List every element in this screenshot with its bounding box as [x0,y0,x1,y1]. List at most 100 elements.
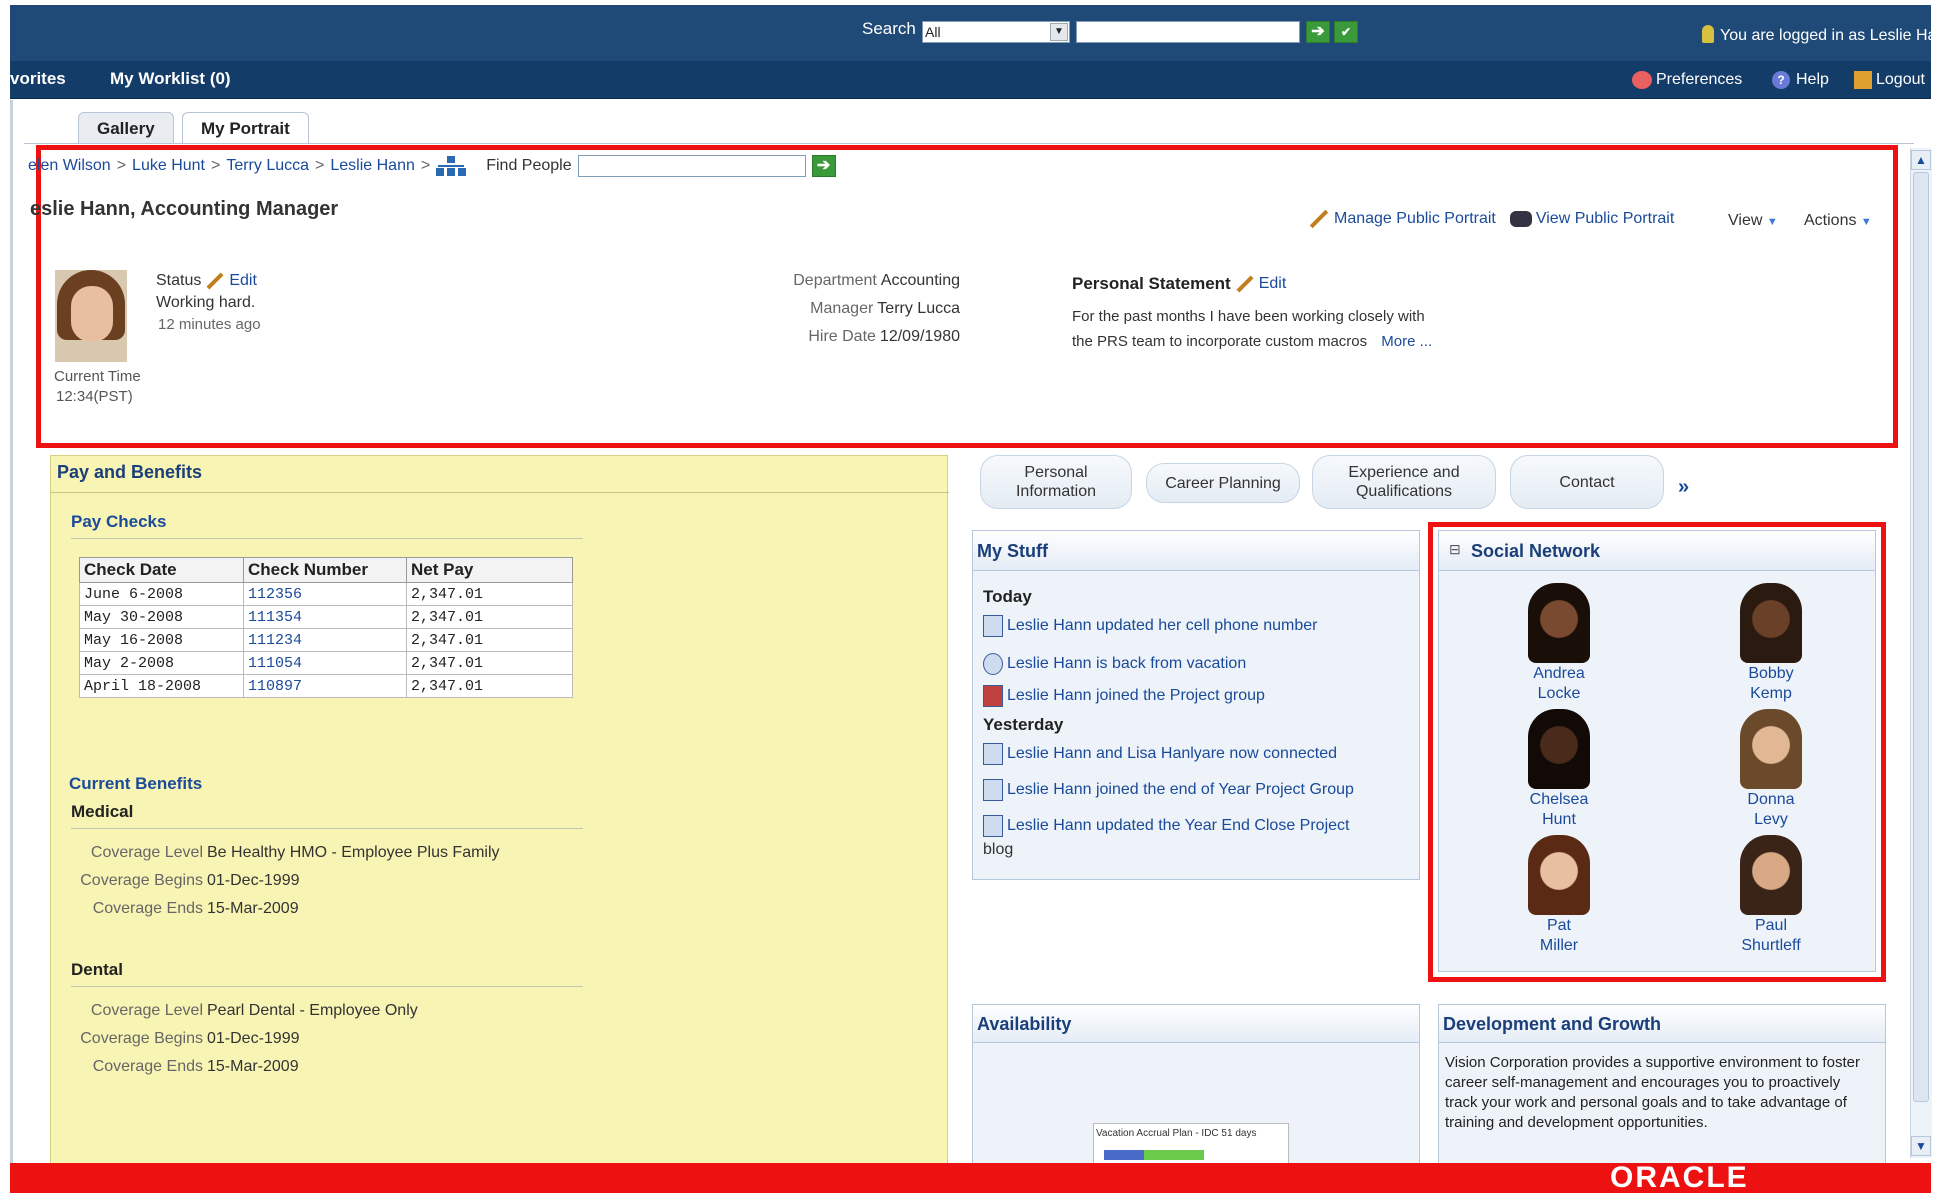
breadcrumb-item[interactable]: Leslie Hann [330,157,415,175]
availability-panel: Availability Vacation Accrual Plan - IDC… [972,1004,1420,1169]
check-number-link[interactable]: 111234 [243,628,407,652]
subtab-personal-information[interactable]: Personal Information [980,455,1132,509]
statement-more-link[interactable]: More ... [1381,333,1432,350]
binoculars-icon [1509,211,1532,227]
divider [51,492,949,493]
breadcrumb-item[interactable]: elen Wilson [28,157,111,175]
social-person[interactable]: Pat Miller [1509,835,1609,956]
manage-public-portrait-link[interactable]: Manage Public Portrait [1334,210,1496,228]
pay-benefits-panel: Pay and Benefits Pay Checks Check Date C… [50,455,949,1165]
coverage-begins-label: Coverage Begins [80,872,203,889]
advanced-search-icon[interactable]: ✔ [1334,21,1358,43]
person-first-name: Chelsea [1529,791,1589,808]
statement-edit-link[interactable]: Edit [1259,275,1287,293]
tab-divider [24,143,1914,144]
check-date: May 2-2008 [79,651,244,675]
avatar[interactable] [1740,583,1802,663]
logout-icon [1854,71,1872,89]
hire-date-label: Hire Date [808,328,876,345]
net-pay: 2,347.01 [406,582,573,606]
avatar[interactable] [1740,709,1802,789]
panel-header: My Stuff [973,531,1419,571]
profile-photo [55,270,127,362]
find-people-input[interactable] [577,155,806,177]
panel-header: Availability [973,1005,1419,1043]
nav-help[interactable]: Help [1796,71,1829,89]
social-person[interactable]: Donna Levy [1721,709,1821,830]
avatar[interactable] [1528,835,1590,915]
collapse-icon[interactable]: ⊟ [1449,541,1461,558]
status-time: 12 minutes ago [158,316,261,333]
check-number-link[interactable]: 111054 [243,651,407,675]
divider [71,986,583,987]
actions-menu[interactable]: Actions ▼ [1804,212,1872,230]
social-person[interactable]: Bobby Kemp [1721,583,1821,704]
table-row: June 6-2008 112356 2,347.01 [79,582,573,606]
pay-benefits-title: Pay and Benefits [57,462,203,482]
social-person[interactable]: Paul Shurtleff [1721,835,1821,956]
person-first-name: Pat [1546,917,1571,934]
tab-gallery[interactable]: Gallery [78,112,174,144]
social-person[interactable]: Chelsea Hunt [1509,709,1609,830]
more-tabs-icon[interactable]: » [1678,476,1689,499]
avatar[interactable] [1740,835,1802,915]
avatar[interactable] [1528,583,1590,663]
search-scope-value: All [925,24,941,40]
search-scope-select[interactable]: All ▼ [922,21,1070,43]
column-header[interactable]: Check Date [79,557,244,583]
breadcrumb: elen Wilson > Luke Hunt > Terry Lucca > Les… [28,155,836,177]
net-pay: 2,347.01 [406,605,573,629]
tab-my-portrait[interactable]: My Portrait [182,112,309,144]
avatar[interactable] [1528,709,1590,789]
document-icon [983,815,1003,837]
check-date: May 30-2008 [79,605,244,629]
activity-text: Leslie Hann joined the Project group [1007,687,1265,704]
nav-favorites[interactable]: vorites [10,69,66,89]
check-number-link[interactable]: 110897 [243,674,407,698]
coverage-ends-value: 15-Mar-2009 [207,1058,299,1075]
column-header[interactable]: Net Pay [406,557,573,583]
subtab-career-planning[interactable]: Career Planning [1146,463,1300,503]
find-people-go-icon[interactable]: ➔ [811,155,836,177]
view-public-portrait-link[interactable]: View Public Portrait [1536,210,1674,228]
scroll-down-icon[interactable]: ▼ [1911,1136,1931,1156]
scrollbar-thumb[interactable] [1913,172,1929,1102]
status-edit-link[interactable]: Edit [229,272,257,290]
check-number-link[interactable]: 111354 [243,605,407,629]
current-benefits-title: Current Benefits [69,774,203,793]
social-person[interactable]: Andrea Locke [1509,583,1609,704]
search-input[interactable] [1076,21,1300,43]
yesterday-heading: Yesterday [983,715,1064,734]
subtab-label: Personal [1024,464,1088,481]
person-last-name: Hunt [1542,811,1576,828]
chevron-down-icon[interactable]: ▼ [1050,23,1068,41]
nav-preferences[interactable]: Preferences [1656,71,1742,89]
org-chart-icon[interactable] [436,156,467,176]
pencil-icon [1236,275,1254,293]
status-text: Working hard. [156,294,256,311]
breadcrumb-item[interactable]: Terry Lucca [226,157,309,175]
activity-item[interactable]: Leslie Hann updated her cell phone numbe… [983,615,1317,637]
activity-item[interactable]: Leslie Hann updated the Year End Close P… [983,815,1349,837]
search-go-icon[interactable]: ➔ [1306,21,1330,43]
activity-item[interactable]: Leslie Hann is back from vacation [983,653,1246,675]
vertical-scrollbar[interactable]: ▲ ▼ [1910,148,1932,1158]
face-shape [71,286,113,342]
column-header[interactable]: Check Number [243,557,407,583]
activity-item[interactable]: Leslie Hann and Lisa Hanlyare now connec… [983,743,1337,765]
user-icon [1702,25,1714,43]
coverage-begins-value: 01-Dec-1999 [207,1030,300,1047]
activity-item[interactable]: Leslie Hann joined the end of Year Proje… [983,779,1354,801]
nav-logout[interactable]: Logout [1876,71,1925,89]
check-number-link[interactable]: 112356 [243,582,407,606]
view-menu[interactable]: View ▼ [1728,212,1778,230]
breadcrumb-item[interactable]: Luke Hunt [132,157,205,175]
scroll-up-icon[interactable]: ▲ [1911,150,1931,170]
nav-worklist[interactable]: My Worklist (0) [110,69,231,89]
subtab-experience-qualifications[interactable]: Experience and Qualifications [1312,455,1496,509]
pencil-icon [1309,209,1329,229]
subtab-contact[interactable]: Contact [1510,455,1664,509]
activity-item[interactable]: Leslie Hann joined the Project group [983,685,1265,707]
subtab-label: Qualifications [1355,483,1453,500]
person-last-name: Levy [1754,811,1788,828]
